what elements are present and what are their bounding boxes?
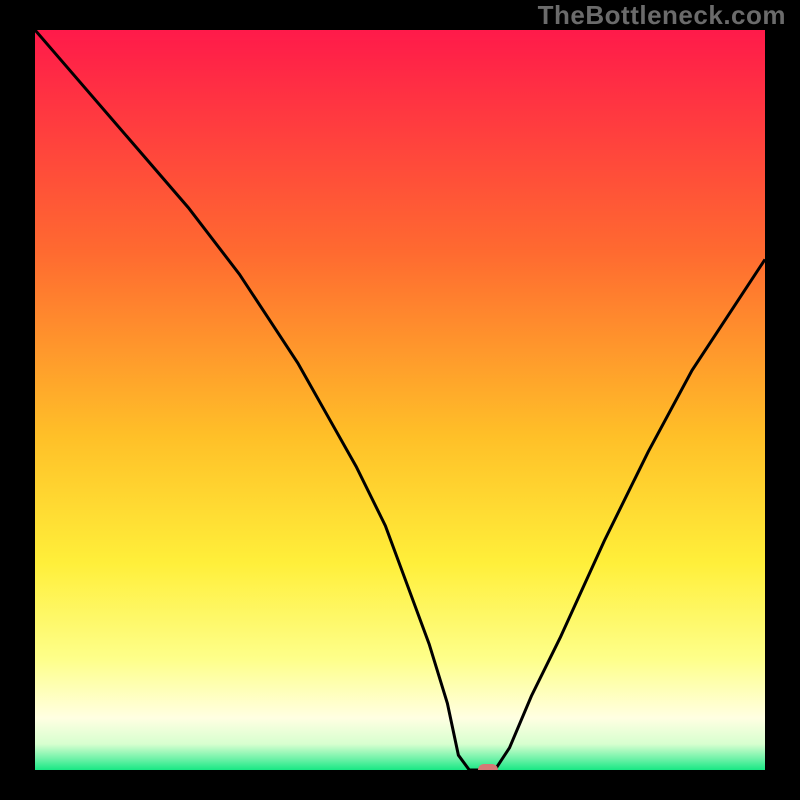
- chart-frame: TheBottleneck.com: [0, 0, 800, 800]
- chart-svg: [35, 30, 765, 770]
- optimum-marker: [478, 764, 498, 770]
- watermark-text: TheBottleneck.com: [538, 0, 786, 31]
- gradient-background: [35, 30, 765, 770]
- plot-area: [35, 30, 765, 770]
